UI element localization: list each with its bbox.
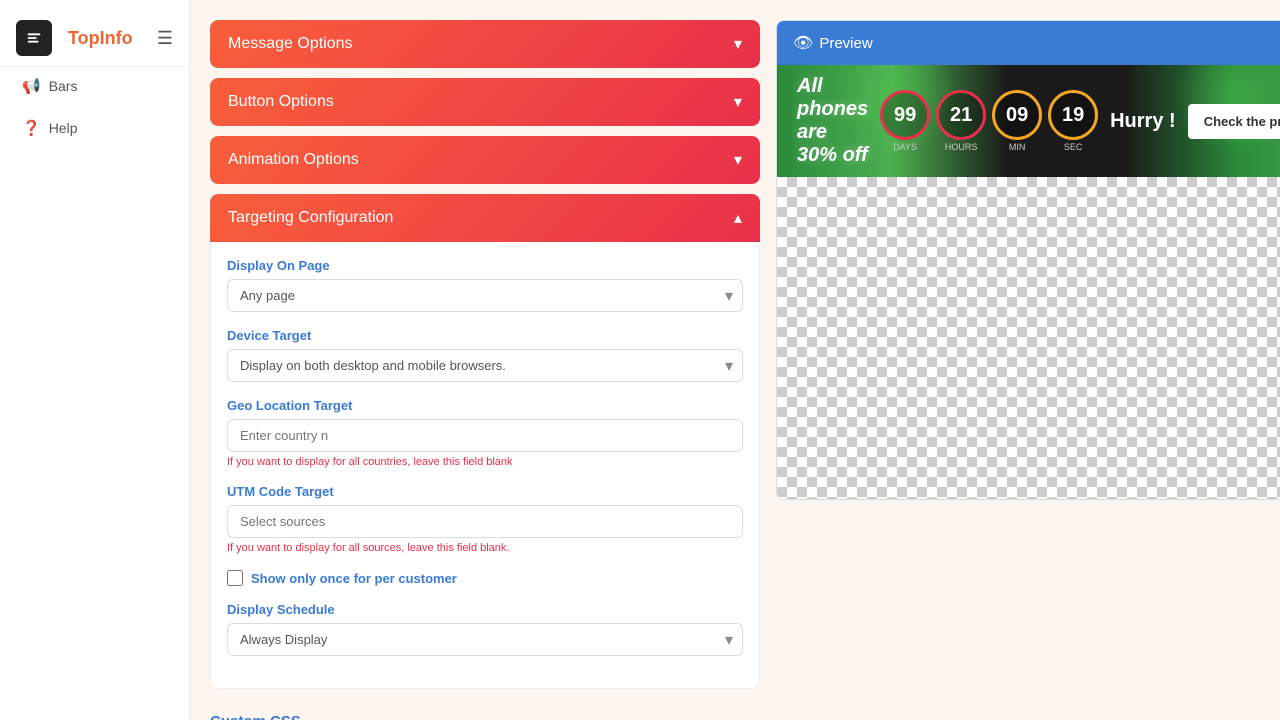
display-schedule-select-wrapper: Always Display Date Range Custom Schedul… (227, 623, 743, 656)
top-header: TopInfo ☰ (0, 10, 189, 67)
hurry-text: Hurry ! (1110, 110, 1176, 133)
geo-location-group: Geo Location Target If you want to displ… (227, 398, 743, 468)
main-content: Message Options ▾ Button Options ▾ Anima… (190, 0, 1280, 720)
hamburger-button[interactable]: ☰ (157, 28, 173, 49)
accordion-message-options-header[interactable]: Message Options ▾ (210, 20, 760, 68)
countdown-sec-value: 19 (1048, 90, 1098, 140)
display-schedule-select[interactable]: Always Display Date Range Custom Schedul… (227, 623, 743, 656)
check-product-button[interactable]: Check the product (1188, 104, 1280, 139)
help-icon: ❓ (22, 119, 41, 137)
chevron-down-icon-btn: ▾ (734, 92, 742, 112)
accordion-message-options-label: Message Options (228, 35, 353, 53)
custom-css-label: Custom CSS (210, 699, 760, 720)
bar-message: All phones are 30% off (797, 75, 868, 167)
countdown-sec: 19 SEC (1048, 90, 1098, 152)
utm-code-input[interactable] (227, 505, 743, 538)
preview-container: 👁 Preview All phones are 30% off 99 DAYS (776, 20, 1280, 500)
countdown-days-unit: DAYS (893, 142, 917, 152)
accordion-animation-options: Animation Options ▾ (210, 136, 760, 184)
utm-code-group: UTM Code Target If you want to display f… (227, 484, 743, 554)
preview-checkerboard (777, 177, 1280, 500)
display-schedule-label: Display Schedule (227, 602, 743, 617)
sidebar-item-help[interactable]: ❓ Help (10, 109, 179, 147)
device-target-select-wrapper: Display on both desktop and mobile brows… (227, 349, 743, 382)
accordion-targeting-configuration-label: Targeting Configuration (228, 209, 393, 227)
countdown-days: 99 DAYS (880, 90, 930, 152)
countdown-hours: 21 HOURS (936, 90, 986, 152)
accordion-button-options-header[interactable]: Button Options ▾ (210, 78, 760, 126)
logo-top: Top (68, 28, 100, 48)
preview-header-label: Preview (819, 35, 872, 52)
sidebar-item-bars-label: Bars (49, 78, 78, 94)
countdown-hours-value: 21 (936, 90, 986, 140)
bar-content: All phones are 30% off 99 DAYS 21 HOURS … (797, 75, 1280, 167)
countdown-min-value: 09 (992, 90, 1042, 140)
logo-bottom: Info (100, 28, 133, 48)
bars-icon: 📢 (22, 77, 41, 95)
sidebar-nav: 📢 Bars ❓ Help (0, 67, 189, 151)
accordion-animation-options-label: Animation Options (228, 151, 359, 169)
display-on-page-select-wrapper: Any page Home page Product page Cart pag… (227, 279, 743, 312)
countdown-items: 99 DAYS 21 HOURS 09 MIN 19 (880, 90, 1098, 152)
display-on-page-select[interactable]: Any page Home page Product page Cart pag… (227, 279, 743, 312)
preview-header: 👁 Preview (777, 21, 1280, 65)
show-once-row: Show only once for per customer (227, 570, 743, 586)
display-on-page-label: Display On Page (227, 258, 743, 273)
chevron-down-icon: ▾ (734, 34, 742, 54)
accordion-targeting-configuration: Targeting Configuration ▴ Display On Pag… (210, 194, 760, 689)
show-once-checkbox[interactable] (227, 570, 243, 586)
left-panel: Message Options ▾ Button Options ▾ Anima… (210, 20, 760, 700)
geo-location-label: Geo Location Target (227, 398, 743, 413)
chevron-down-icon-anim: ▾ (734, 150, 742, 170)
show-once-label[interactable]: Show only once for per customer (251, 571, 457, 586)
geo-location-hint: If you want to display for all countries… (227, 456, 743, 468)
geo-location-input[interactable] (227, 419, 743, 452)
custom-css-section: Custom CSS (210, 699, 760, 720)
device-target-select[interactable]: Display on both desktop and mobile brows… (227, 349, 743, 382)
display-on-page-group: Display On Page Any page Home page Produ… (227, 258, 743, 312)
utm-code-label: UTM Code Target (227, 484, 743, 499)
accordion-targeting-configuration-header[interactable]: Targeting Configuration ▴ (210, 194, 760, 242)
sidebar: TopInfo ☰ 📢 Bars ❓ Help (0, 0, 190, 720)
app-logo-icon (16, 20, 52, 56)
eye-icon: 👁 (793, 33, 813, 53)
logo-text: TopInfo (68, 28, 133, 49)
display-schedule-group: Display Schedule Always Display Date Ran… (227, 602, 743, 656)
device-target-group: Device Target Display on both desktop an… (227, 328, 743, 382)
countdown-days-value: 99 (880, 90, 930, 140)
sidebar-item-help-label: Help (49, 120, 78, 136)
sidebar-logo: TopInfo (16, 20, 157, 56)
utm-code-hint: If you want to display for all sources, … (227, 542, 743, 554)
countdown-min: 09 MIN (992, 90, 1042, 152)
sidebar-item-bars[interactable]: 📢 Bars (10, 67, 179, 105)
countdown-min-unit: MIN (1009, 142, 1026, 152)
countdown-hours-unit: HOURS (945, 142, 978, 152)
accordion-message-options: Message Options ▾ (210, 20, 760, 68)
right-panel: 👁 Preview All phones are 30% off 99 DAYS (776, 20, 1280, 700)
accordion-targeting-configuration-body: Display On Page Any page Home page Produ… (210, 242, 760, 689)
accordion-button-options-label: Button Options (228, 93, 334, 111)
accordion-animation-options-header[interactable]: Animation Options ▾ (210, 136, 760, 184)
chevron-up-icon: ▴ (734, 208, 742, 228)
accordion-button-options: Button Options ▾ (210, 78, 760, 126)
preview-bar: All phones are 30% off 99 DAYS 21 HOURS … (777, 65, 1280, 177)
countdown-sec-unit: SEC (1064, 142, 1083, 152)
device-target-label: Device Target (227, 328, 743, 343)
